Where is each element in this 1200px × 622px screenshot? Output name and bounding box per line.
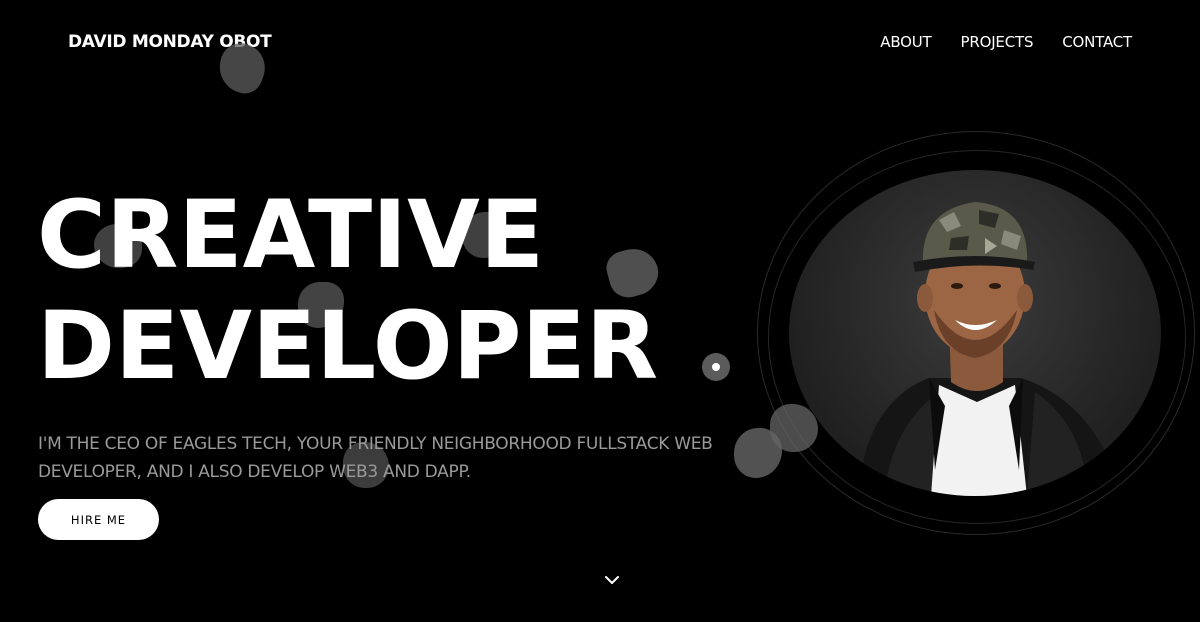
hire-me-button[interactable]: HIRE ME [38, 499, 159, 540]
cursor-dot [712, 363, 720, 371]
nav-link-projects[interactable]: PROJECTS [961, 33, 1034, 51]
nav-link-contact[interactable]: CONTACT [1062, 33, 1132, 51]
person-illustration [859, 202, 1119, 496]
hero-title: CREATIVE DEVELOPER [37, 180, 658, 402]
custom-cursor [702, 353, 730, 381]
hero-title-line-2: DEVELOPER [37, 292, 659, 401]
site-header: DAVID MONDAY OBOT ABOUT PROJECTS CONTACT [0, 0, 1200, 85]
nav-link-about[interactable]: ABOUT [880, 33, 931, 51]
hero-title-line-1: CREATIVE [37, 181, 545, 290]
profile-portrait [789, 170, 1161, 496]
main-nav: ABOUT PROJECTS CONTACT [880, 33, 1132, 51]
hero-subtitle: I'M THE CEO OF EAGLES TECH, YOUR FRIENDL… [38, 434, 713, 482]
floating-blob [770, 404, 818, 452]
chevron-down-icon[interactable] [603, 571, 621, 589]
